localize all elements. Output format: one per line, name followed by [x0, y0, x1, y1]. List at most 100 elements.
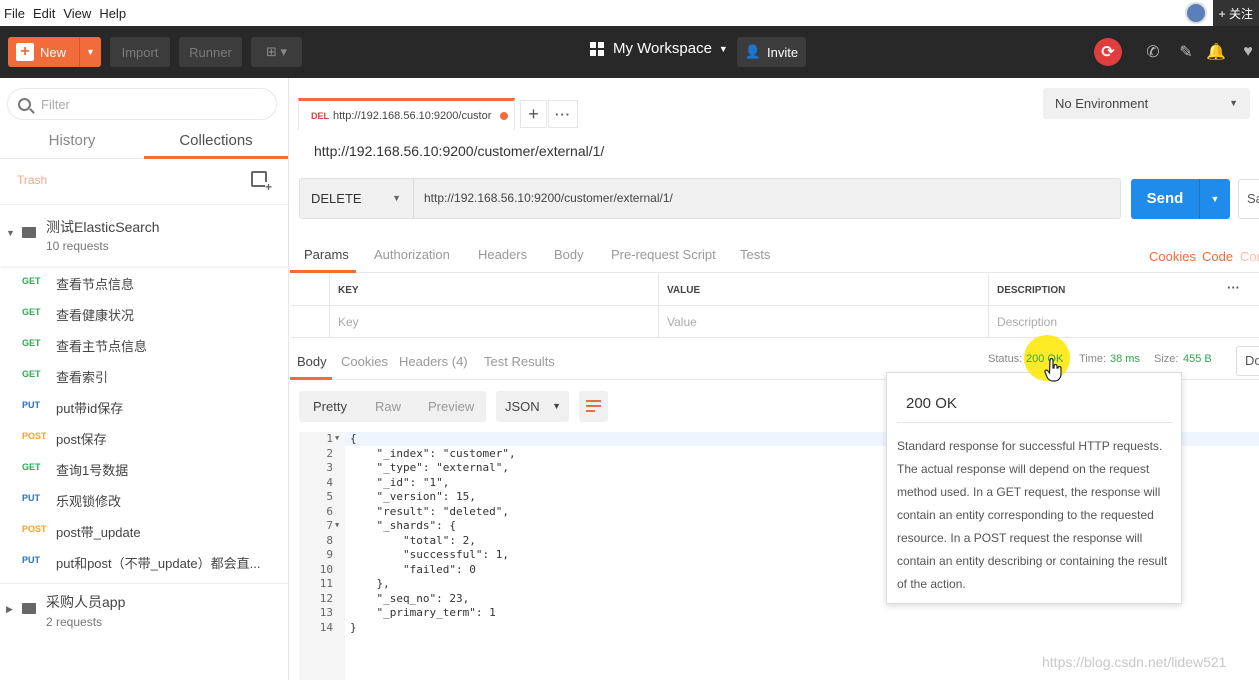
- request-item[interactable]: GET 查看健康状况: [0, 297, 288, 328]
- request-item[interactable]: GET 查看节点信息: [0, 266, 288, 297]
- chevron-down-icon[interactable]: ▼: [79, 37, 101, 67]
- tab-pretty[interactable]: Pretty: [313, 399, 347, 414]
- more-tabs-button[interactable]: ···: [548, 100, 578, 128]
- size-label: Size:: [1154, 353, 1179, 365]
- caret-down-icon[interactable]: ▼: [6, 228, 15, 238]
- sync-icon[interactable]: ⟳: [1094, 38, 1122, 66]
- value-input[interactable]: Value: [658, 306, 988, 338]
- satellite-icon[interactable]: ✆: [1139, 38, 1167, 66]
- line-number: 3: [326, 461, 333, 474]
- url-bar: DELETE ▼: [299, 178, 1121, 219]
- request-item[interactable]: PUT put带id保存: [0, 390, 288, 421]
- sidebar: Filter History Collections Trash ▼ 测试Ela…: [0, 78, 289, 680]
- request-label: 查看主节点信息: [56, 339, 148, 354]
- request-label: 乐观锁修改: [56, 494, 122, 509]
- menu-file[interactable]: File: [4, 6, 25, 21]
- workspace-selector[interactable]: My Workspace ▼: [590, 40, 728, 57]
- request-item[interactable]: GET 查看主节点信息: [0, 328, 288, 359]
- environment-select[interactable]: No Environment ▼: [1043, 88, 1250, 119]
- request-item[interactable]: PUT 乐观锁修改: [0, 483, 288, 514]
- collection-item[interactable]: ▼ 测试ElasticSearch 10 requests: [0, 204, 288, 266]
- code-line: "_shards": {: [350, 519, 456, 532]
- chevron-down-icon: ▼: [552, 401, 561, 411]
- avatar: [1184, 2, 1207, 24]
- download-button[interactable]: Do: [1236, 346, 1259, 376]
- line-number: 2: [326, 446, 333, 460]
- request-item[interactable]: POST post带_update: [0, 514, 288, 545]
- tab-pre-request-script[interactable]: Pre-request Script: [611, 247, 716, 262]
- tab-preview[interactable]: Preview: [428, 399, 474, 414]
- new-button[interactable]: + New ▼: [8, 37, 101, 67]
- menu-help[interactable]: Help: [99, 6, 126, 21]
- tab-params[interactable]: Params: [304, 247, 349, 262]
- line-number: 1: [326, 432, 333, 445]
- description-input[interactable]: Description: [988, 306, 1259, 338]
- new-collection-icon[interactable]: [251, 171, 273, 192]
- tab-collections[interactable]: Collections: [144, 127, 288, 159]
- request-item[interactable]: GET 查看索引: [0, 359, 288, 390]
- tooltip-title: 200 OK: [906, 395, 957, 412]
- code-line: "failed": 0: [350, 562, 476, 576]
- request-method: GET: [22, 369, 41, 379]
- method-select[interactable]: DELETE ▼: [300, 179, 414, 218]
- chevron-down-icon[interactable]: ▼: [1199, 179, 1230, 219]
- heart-icon[interactable]: ♥: [1234, 38, 1259, 66]
- chevron-down-icon: ▼: [718, 43, 728, 54]
- size-value: 455 B: [1183, 353, 1212, 365]
- tab-response-headers[interactable]: Headers (4): [399, 354, 468, 369]
- request-item[interactable]: POST post保存: [0, 421, 288, 452]
- description-header: DESCRIPTION: [988, 274, 1259, 306]
- unsaved-dot-icon[interactable]: [500, 112, 508, 120]
- more-options-icon[interactable]: ···: [1227, 280, 1240, 295]
- tab-test-results[interactable]: Test Results: [484, 354, 555, 369]
- wrench-icon[interactable]: ✎: [1172, 38, 1200, 66]
- save-button[interactable]: Sa: [1238, 179, 1259, 219]
- chevron-down-icon: ▼: [392, 193, 401, 203]
- line-number: 9: [326, 548, 333, 561]
- tab-response-body[interactable]: Body: [297, 354, 327, 369]
- tab-headers[interactable]: Headers: [478, 247, 527, 262]
- request-label: post带_update: [56, 525, 141, 540]
- url-input[interactable]: [424, 179, 1104, 218]
- tab-tests[interactable]: Tests: [740, 247, 770, 262]
- invite-button[interactable]: 👤 Invite: [737, 37, 806, 67]
- tab-body[interactable]: Body: [554, 247, 584, 262]
- menu-edit[interactable]: Edit: [33, 6, 55, 21]
- wrap-lines-button[interactable]: [579, 391, 608, 422]
- comments-link[interactable]: Cor: [1240, 249, 1259, 264]
- add-user-icon: 👤: [744, 44, 762, 59]
- trash-link[interactable]: Trash: [17, 173, 47, 187]
- format-select[interactable]: JSON ▼: [496, 391, 569, 422]
- new-window-button[interactable]: ⊞ ▾: [251, 37, 302, 67]
- follow-button[interactable]: + 关注: [1212, 0, 1259, 26]
- collection-item[interactable]: ▶ 采购人员app 2 requests: [0, 583, 288, 639]
- send-button[interactable]: Send ▼: [1131, 179, 1230, 219]
- fold-toggle-icon[interactable]: ▼: [335, 434, 339, 442]
- bell-icon[interactable]: 🔔: [1202, 38, 1230, 66]
- code-line: "_primary_term": 1: [350, 606, 496, 619]
- cookies-link[interactable]: Cookies: [1149, 249, 1196, 264]
- runner-button[interactable]: Runner: [179, 37, 242, 67]
- invite-label: Invite: [767, 44, 799, 60]
- request-tab[interactable]: DEL http://192.168.56.10:9200/custor: [298, 98, 515, 130]
- value-header: VALUE: [658, 274, 988, 306]
- code-link[interactable]: Code: [1202, 249, 1233, 264]
- request-method: GET: [22, 307, 41, 317]
- request-item[interactable]: PUT put和post（不带_update）都会直...: [0, 545, 288, 576]
- tab-authorization[interactable]: Authorization: [374, 247, 450, 262]
- menu-view[interactable]: View: [63, 6, 91, 21]
- line-gutter: 1 ▼ 2 3 4 5 6 7 ▼ 8 9 10 11 12 13 14: [299, 432, 345, 680]
- filter-input[interactable]: Filter: [7, 88, 277, 120]
- import-button[interactable]: Import: [110, 37, 170, 67]
- tab-raw[interactable]: Raw: [375, 399, 401, 414]
- key-input[interactable]: Key: [329, 306, 658, 338]
- code-line: "_seq_no": 23,: [350, 591, 470, 605]
- fold-toggle-icon[interactable]: ▼: [335, 521, 339, 529]
- time-value: 38 ms: [1110, 353, 1140, 365]
- line-number: 11: [319, 577, 333, 590]
- request-item[interactable]: GET 查询1号数据: [0, 452, 288, 483]
- caret-right-icon[interactable]: ▶: [6, 604, 13, 615]
- tab-response-cookies[interactable]: Cookies: [341, 354, 388, 369]
- tab-history[interactable]: History: [0, 127, 144, 159]
- add-tab-button[interactable]: +: [520, 100, 547, 128]
